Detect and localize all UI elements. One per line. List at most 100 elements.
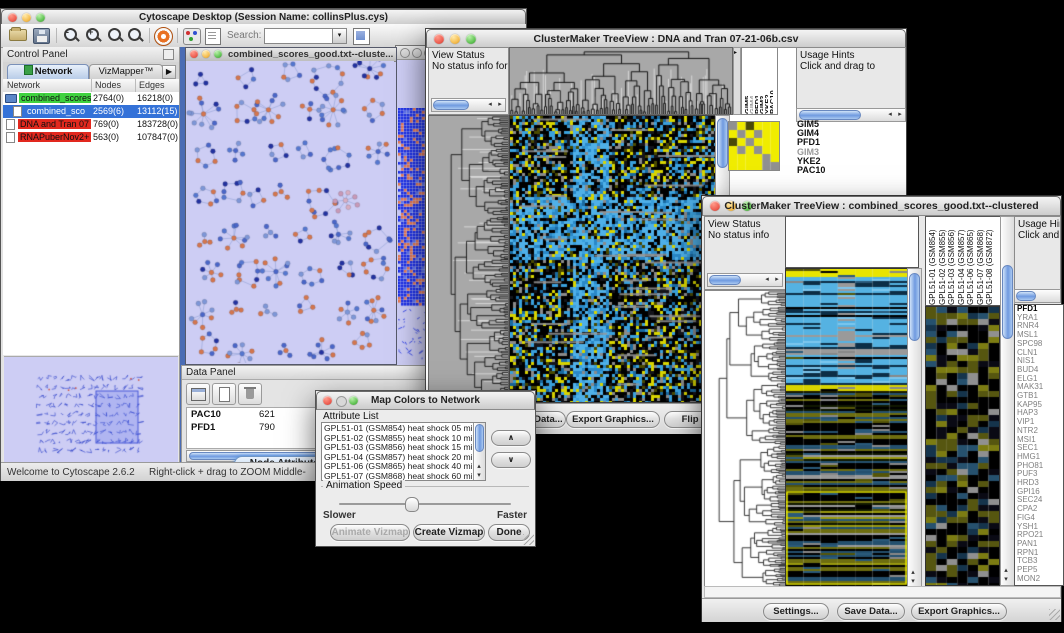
- attribute-list-label: Attribute List: [323, 411, 379, 422]
- network-table-row[interactable]: combined_scores2764(0)16218(0): [3, 92, 179, 105]
- heatmap-canvas[interactable]: [509, 115, 716, 403]
- new-attribute-icon[interactable]: [212, 383, 236, 405]
- float-panel-icon[interactable]: [163, 49, 174, 60]
- dialog-titlebar: Map Colors to Network: [316, 391, 535, 410]
- usage-hints-hscrollbar[interactable]: [1014, 289, 1061, 303]
- row-dendrogram-canvas[interactable]: [428, 115, 509, 403]
- usage-hints-text: Click and drag: [1018, 230, 1061, 241]
- treeview-combined-window: ClusterMaker TreeView : combined_scores_…: [701, 195, 1062, 622]
- main-window-title: Cytoscape Desktop (Session Name: collins…: [2, 12, 525, 23]
- dialog-title: Map Colors to Network: [317, 395, 534, 406]
- zoom-fit-icon[interactable]: [107, 27, 125, 43]
- network-table-row[interactable]: combined_sco 2569(6) 13112(15): [3, 105, 179, 118]
- slower-label: Slower: [323, 510, 356, 521]
- annotation-icon[interactable]: [205, 28, 221, 45]
- zoom-heatmap-canvas[interactable]: [925, 306, 1000, 586]
- network-table-row[interactable]: DNA and Tran 07769(0) 183728(0): [3, 118, 179, 131]
- network-graph-canvas[interactable]: [186, 61, 394, 363]
- heatmap-vscrollbar[interactable]: ▴▾: [907, 268, 922, 588]
- tab-network[interactable]: Network: [7, 64, 89, 79]
- help-lifesaver-icon[interactable]: [154, 27, 173, 46]
- close-button[interactable]: [190, 50, 198, 58]
- birdseye-overview-canvas[interactable]: [4, 356, 178, 462]
- column-dendrogram-canvas[interactable]: [509, 47, 733, 115]
- vizmapper-icon[interactable]: [183, 28, 201, 45]
- search-input[interactable]: [264, 28, 336, 44]
- network-nodes-cell: 563(0): [93, 131, 119, 144]
- row-dendrogram-canvas[interactable]: [704, 290, 786, 588]
- view-status-panel: View Status No status info for ◂▸: [428, 47, 509, 115]
- heatmap-canvas[interactable]: [785, 268, 908, 588]
- network-table: combined_scores2764(0)16218(0)combined_s…: [3, 92, 179, 144]
- data-panel-title: Data Panel: [186, 367, 235, 378]
- open-folder-icon[interactable]: [9, 29, 27, 41]
- gene-label[interactable]: MON2: [1017, 575, 1063, 584]
- resize-grip[interactable]: [523, 534, 534, 545]
- network-tab-icon: [24, 65, 33, 75]
- network-edges-cell: 183728(0): [137, 118, 178, 131]
- search-label: Search:: [227, 30, 261, 41]
- zoom-vscrollbar[interactable]: ▴▾: [1000, 216, 1015, 586]
- view-status-text: No status info for: [432, 61, 508, 72]
- folder-icon: [5, 94, 17, 103]
- column-labels-rotated: GIM5GIM4PFD1GIM3YKE2PAC10: [741, 47, 778, 115]
- view-status-title: View Status: [708, 219, 761, 230]
- mini-splitter[interactable]: ▸: [733, 47, 741, 115]
- column-label: GPL51-02 (GSM855): [938, 219, 948, 305]
- save-icon[interactable]: [33, 28, 50, 44]
- usage-hints-title: Usage Hints: [800, 50, 854, 61]
- view-status-hscrollbar[interactable]: ◂▸: [431, 98, 506, 112]
- network-from-table-icon[interactable]: [353, 28, 370, 45]
- treeview-combined-buttonbar: Settings... Save Data... Export Graphics..…: [702, 598, 1061, 622]
- delete-attribute-icon[interactable]: [238, 383, 262, 405]
- search-dropdown-arrow[interactable]: ▾: [332, 28, 347, 44]
- column-dendrogram-area[interactable]: [785, 216, 919, 268]
- control-panel-header: Control Panel: [3, 47, 179, 63]
- treeview-button[interactable]: Export Graphics...: [566, 411, 660, 428]
- attribute-list-vscrollbar[interactable]: ▴▾: [473, 423, 485, 480]
- create-vizmap-button[interactable]: Create Vizmap: [413, 524, 485, 541]
- column-label: PAC10: [768, 50, 773, 114]
- column-labels-rotated: GPL51-01 (GSM854)GPL51-02 (GSM855)GPL51-…: [925, 216, 1004, 306]
- zoom-matrix-canvas[interactable]: [728, 121, 780, 171]
- move-down-button[interactable]: ∨: [491, 452, 531, 468]
- control-panel: Control Panel Network VizMapper™ ▶ Netwo…: [3, 47, 180, 462]
- table-mode-icon[interactable]: [186, 383, 210, 405]
- treeview-button[interactable]: Export Graphics...: [911, 603, 1007, 620]
- slider-thumb[interactable]: [405, 497, 419, 512]
- status-hint-zoom: Right-click + drag to ZOOM: [149, 467, 270, 478]
- tab-vizmapper[interactable]: VizMapper™: [89, 64, 163, 79]
- close-button[interactable]: [400, 48, 410, 58]
- view-status-hscrollbar[interactable]: ◂▸: [707, 273, 783, 287]
- resize-grip[interactable]: [1049, 609, 1060, 620]
- minimize-button[interactable]: [412, 48, 422, 58]
- row-labels-list: GIM5GIM4PFD1GIM3YKE2PAC10: [797, 120, 857, 175]
- network-name-label: DNA and Tran 07: [18, 119, 91, 129]
- minimize-button[interactable]: [202, 50, 210, 58]
- usage-hints-title: Usage Hints: [1018, 219, 1061, 230]
- view-status-title: View Status: [432, 50, 485, 61]
- tab-overflow-arrow[interactable]: ▶: [162, 65, 176, 79]
- network-name-label: RNAPuberNov2+: [18, 132, 91, 142]
- move-up-button[interactable]: ∧: [491, 430, 531, 446]
- usage-hints-text: Click and drag to: [800, 61, 875, 72]
- zoom-selected-icon[interactable]: ▫: [127, 27, 145, 43]
- network-table-row[interactable]: RNAPuberNov2+563(0)107847(0): [3, 131, 179, 144]
- desktop: Cytoscape Desktop (Session Name: collins…: [0, 0, 1064, 633]
- zoom-button[interactable]: [214, 50, 222, 58]
- treeview-button[interactable]: Save Data...: [837, 603, 905, 620]
- treeview-combined-titlebar: ClusterMaker TreeView : combined_scores_…: [702, 196, 1061, 216]
- network-name-cell: RNAPuberNov2+: [3, 131, 91, 144]
- network-nodes-cell: 2569(6): [93, 105, 124, 118]
- animation-slider[interactable]: [339, 497, 511, 511]
- zoom-out-icon[interactable]: -: [63, 27, 81, 43]
- animate-vizmap-button[interactable]: Animate Vizmap: [330, 524, 410, 541]
- treeview-button[interactable]: Settings...: [763, 603, 829, 620]
- network-edges-cell: 13112(15): [137, 105, 177, 118]
- network-nodes-cell: 769(0): [93, 118, 119, 131]
- zoom-in-icon[interactable]: +: [85, 27, 103, 43]
- network-name-label: combined_sco: [25, 106, 87, 116]
- animation-speed-label: Animation Speed: [323, 480, 405, 491]
- attribute-listbox: GPL51-01 (GSM854) heat shock 05 minGPL51…: [321, 422, 486, 481]
- document-icon: [13, 106, 22, 117]
